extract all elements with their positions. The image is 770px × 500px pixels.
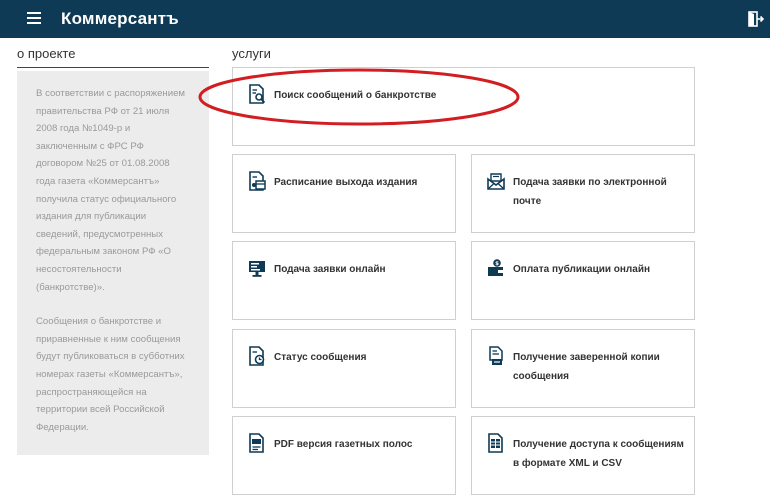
service-card-pdf-pages[interactable]: PDF версия газетных полос — [232, 416, 456, 495]
about-divider — [17, 67, 209, 68]
service-label: Получение заверенной копии сообщения — [513, 352, 660, 382]
about-paragraph: Сообщения о банкротстве и приравненные к… — [36, 316, 185, 433]
about-paragraph: В соответствии с распоряжением правитель… — [36, 88, 186, 293]
about-panel: В соответствии с распоряжением правитель… — [17, 71, 209, 455]
email-envelope-icon — [487, 173, 505, 190]
pdf-document-icon — [249, 433, 264, 453]
about-title: о проекте — [17, 46, 76, 61]
service-label: Расписание выхода издания — [274, 177, 418, 188]
document-status-icon — [249, 346, 265, 366]
service-card-message-status[interactable]: Статус сообщения — [232, 329, 456, 408]
document-copy-icon — [489, 346, 503, 365]
monitor-icon — [249, 261, 265, 277]
service-label: Подача заявки по электронной почте — [513, 177, 667, 207]
service-card-bankruptcy-search[interactable]: Поиск сообщений о банкротстве — [232, 67, 695, 146]
hamburger-menu-icon[interactable] — [27, 12, 41, 26]
services-title: услуги — [232, 46, 271, 61]
document-calendar-icon — [249, 171, 266, 191]
service-label: PDF версия газетных полос — [274, 439, 413, 450]
service-card-online-payment[interactable]: $ Оплата публикации онлайн — [471, 241, 695, 320]
logo[interactable]: Коммерсантъ — [61, 9, 179, 29]
service-card-email-application[interactable]: Подача заявки по электронной почте — [471, 154, 695, 233]
service-card-schedule[interactable]: Расписание выхода издания — [232, 154, 456, 233]
service-label: Получение доступа к сообщениям в формате… — [513, 439, 684, 469]
logout-door-icon[interactable] — [746, 11, 764, 27]
service-label: Статус сообщения — [274, 352, 367, 363]
service-label: Подача заявки онлайн — [274, 264, 386, 275]
wallet-payment-icon: $ — [488, 259, 504, 276]
service-card-xml-csv-access[interactable]: Получение доступа к сообщениям в формате… — [471, 416, 695, 495]
service-label: Оплата публикации онлайн — [513, 264, 651, 275]
service-label: Поиск сообщений о банкротстве — [274, 90, 437, 101]
service-card-online-application[interactable]: Подача заявки онлайн — [232, 241, 456, 320]
top-bar: Коммерсантъ — [0, 0, 770, 38]
document-search-icon — [249, 84, 266, 104]
service-card-certified-copy[interactable]: Получение заверенной копии сообщения — [471, 329, 695, 408]
svg-text:$: $ — [495, 261, 499, 267]
data-file-icon — [488, 433, 503, 453]
